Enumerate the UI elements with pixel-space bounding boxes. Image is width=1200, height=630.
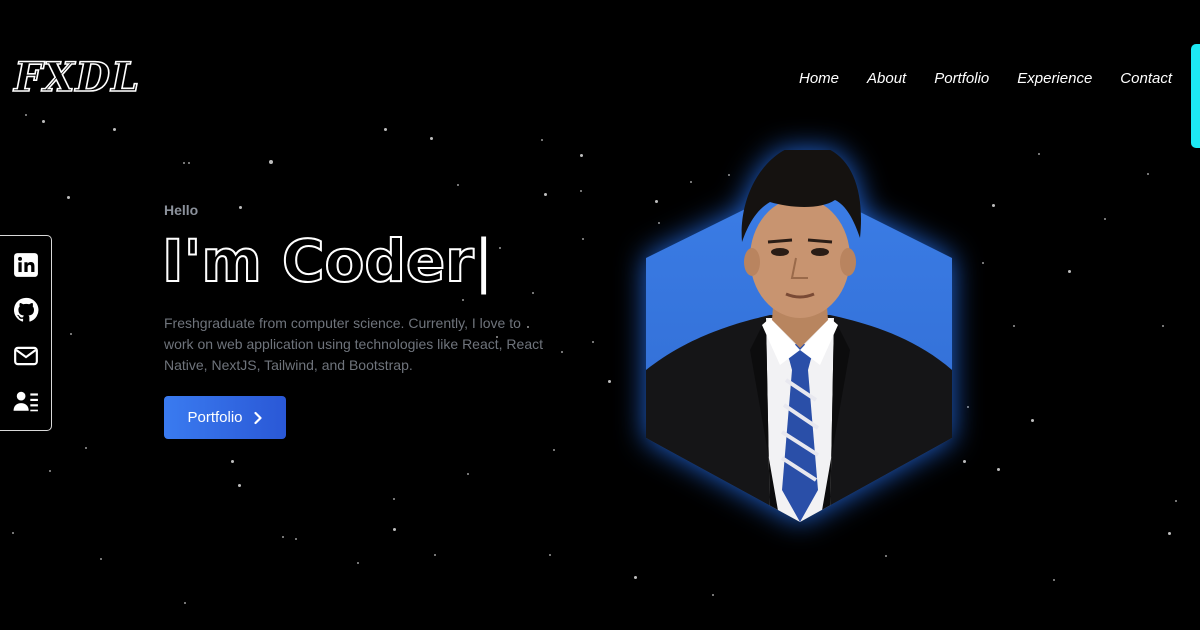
linkedin-icon[interactable] (13, 252, 39, 278)
star (239, 206, 242, 209)
star (188, 162, 190, 164)
star (580, 190, 582, 192)
star (1053, 579, 1055, 581)
headline-text: I'm Coder (161, 227, 475, 295)
star (183, 162, 185, 164)
star (1168, 532, 1171, 535)
nav-about[interactable]: About (867, 70, 906, 87)
star (393, 528, 396, 531)
portfolio-button-label: Portfolio (187, 409, 243, 426)
star (100, 558, 102, 560)
nav-contact[interactable]: Contact (1120, 70, 1172, 87)
site-logo[interactable]: FXDL (13, 57, 140, 99)
social-sidebar (0, 235, 52, 431)
hero-description: Freshgraduate from computer science. Cur… (164, 315, 543, 373)
typing-caret: | (473, 227, 494, 295)
star (238, 484, 241, 487)
star (25, 114, 27, 116)
star (295, 538, 297, 540)
star (592, 341, 594, 343)
star (1162, 325, 1164, 327)
star (434, 554, 436, 556)
star (1147, 173, 1149, 175)
star (544, 193, 547, 196)
star (1031, 419, 1034, 422)
contact-card-icon[interactable] (13, 388, 39, 414)
scrollbar-thumb[interactable] (1191, 44, 1200, 148)
star (992, 204, 995, 207)
nav-home[interactable]: Home (799, 70, 839, 87)
star (49, 470, 51, 472)
star (712, 594, 714, 596)
star (462, 299, 464, 301)
star (532, 292, 534, 294)
hero-headline: I'm Coder| (161, 231, 493, 291)
mail-icon[interactable] (13, 343, 39, 369)
star (608, 380, 611, 383)
star (393, 498, 395, 500)
star (467, 473, 469, 475)
portfolio-button[interactable]: Portfolio (164, 396, 286, 439)
nav-portfolio[interactable]: Portfolio (934, 70, 989, 87)
main-nav: Home About Portfolio Experience Contact (799, 70, 1172, 87)
star (430, 137, 433, 140)
star (457, 184, 459, 186)
github-icon[interactable] (13, 297, 39, 323)
star (1038, 153, 1040, 155)
star (541, 139, 543, 141)
star (113, 128, 116, 131)
star (269, 160, 273, 164)
star (499, 247, 501, 249)
star (282, 536, 284, 538)
nav-experience[interactable]: Experience (1017, 70, 1092, 87)
profile-photo-hexagon (630, 150, 970, 530)
star (1013, 325, 1015, 327)
star (582, 238, 584, 240)
star (1068, 270, 1071, 273)
star (184, 602, 186, 604)
star (67, 196, 70, 199)
star (42, 120, 45, 123)
star (982, 262, 984, 264)
star (70, 333, 72, 335)
star (1175, 500, 1177, 502)
star (885, 555, 887, 557)
star (85, 447, 87, 449)
star (634, 576, 637, 579)
star (357, 562, 359, 564)
star (12, 532, 14, 534)
chevron-right-icon (253, 411, 262, 424)
star (231, 460, 234, 463)
star (561, 351, 563, 353)
greeting-text: Hello (164, 202, 199, 218)
star (549, 554, 551, 556)
star (580, 154, 583, 157)
star (553, 449, 555, 451)
star (997, 468, 1000, 471)
star (384, 128, 387, 131)
star (1104, 218, 1106, 220)
